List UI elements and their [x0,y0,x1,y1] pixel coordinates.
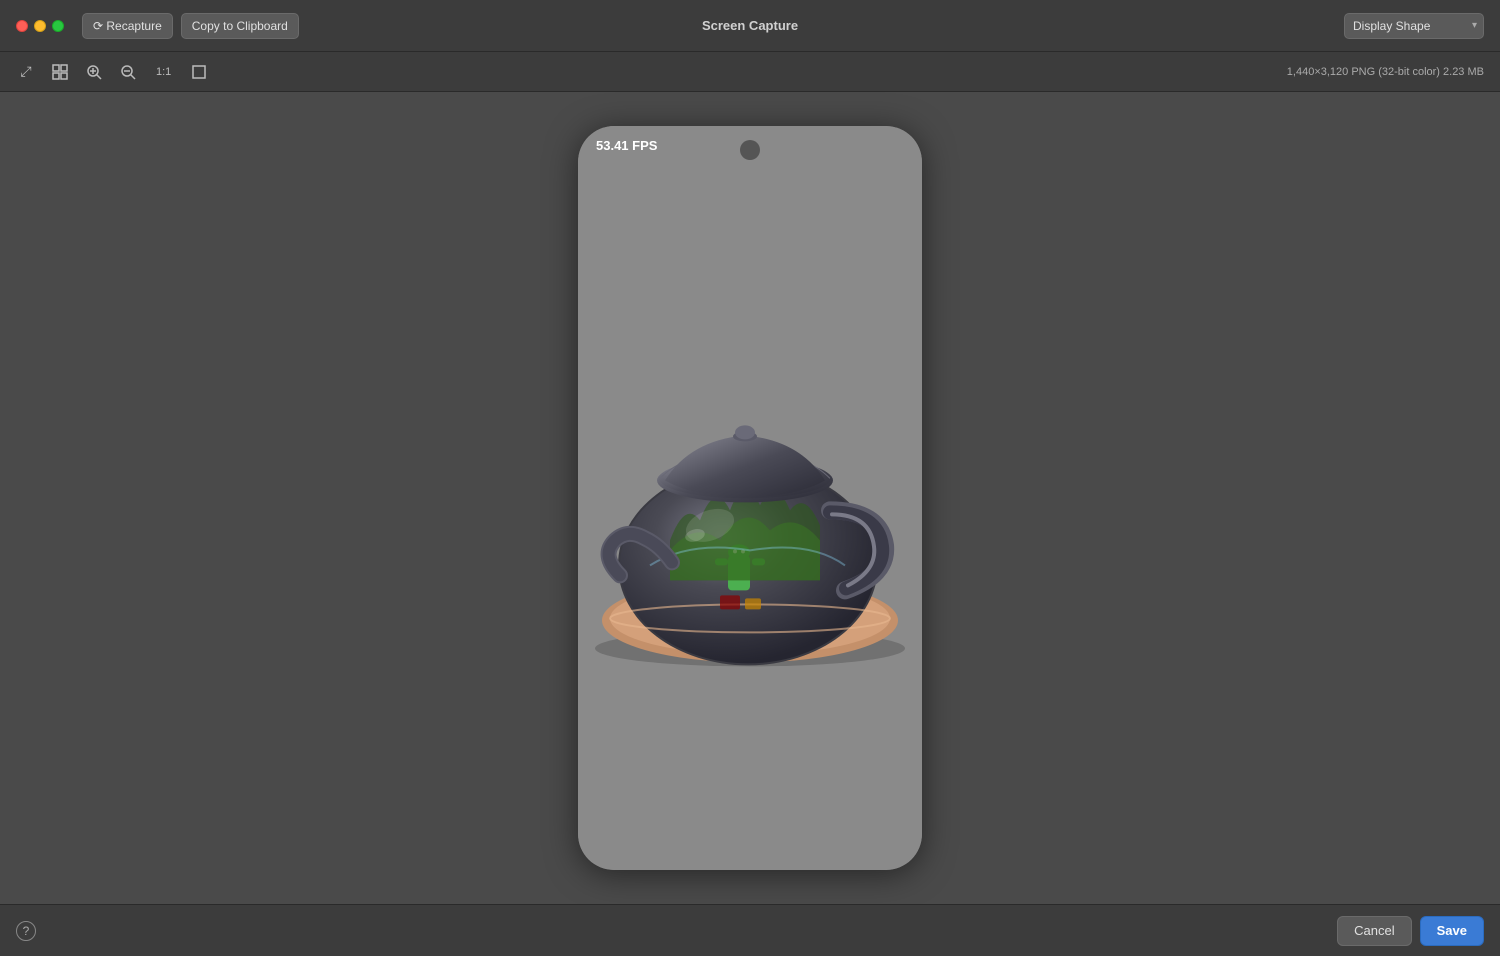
title-bar-left: ⟳ Recapture Copy to Clipboard [16,13,299,39]
checkbox-icon[interactable] [189,62,209,82]
recapture-button[interactable]: ⟳ Recapture [82,13,173,39]
display-shape-select[interactable]: Display Shape Rectangle Round Custom [1344,13,1484,39]
main-area: 53.41 FPS [0,92,1500,904]
window-title: Screen Capture [702,18,798,33]
phone-mockup: 53.41 FPS [578,126,922,870]
title-bar-right: Display Shape Rectangle Round Custom [1344,13,1484,39]
help-button[interactable]: ? [16,921,36,941]
cancel-button[interactable]: Cancel [1337,916,1411,946]
teapot-scene [590,380,910,660]
copy-to-clipboard-button[interactable]: Copy to Clipboard [181,13,299,39]
image-info: 1,440×3,120 PNG (32-bit color) 2.23 MB [1287,66,1484,78]
fps-counter: 53.41 FPS [596,138,657,153]
save-button[interactable]: Save [1420,916,1484,946]
toolbar-left: ⤢ 1:1 [16,62,209,82]
bottom-bar: ? Cancel Save [0,904,1500,956]
maximize-button[interactable] [52,20,64,32]
phone-inner: 53.41 FPS [578,126,922,870]
toolbar: ⤢ 1:1 [0,52,1500,92]
grid-icon[interactable] [50,62,70,82]
zoom-out-icon[interactable] [118,62,138,82]
fit-to-screen-icon[interactable]: ⤢ [16,62,36,82]
bottom-right-buttons: Cancel Save [1337,916,1484,946]
display-shape-wrapper[interactable]: Display Shape Rectangle Round Custom [1344,13,1484,39]
traffic-lights [16,20,64,32]
minimize-button[interactable] [34,20,46,32]
title-bar: ⟳ Recapture Copy to Clipboard Screen Cap… [0,0,1500,52]
close-button[interactable] [16,20,28,32]
camera-notch [740,140,760,160]
zoom-1to1[interactable]: 1:1 [152,64,175,80]
zoom-in-icon[interactable] [84,62,104,82]
